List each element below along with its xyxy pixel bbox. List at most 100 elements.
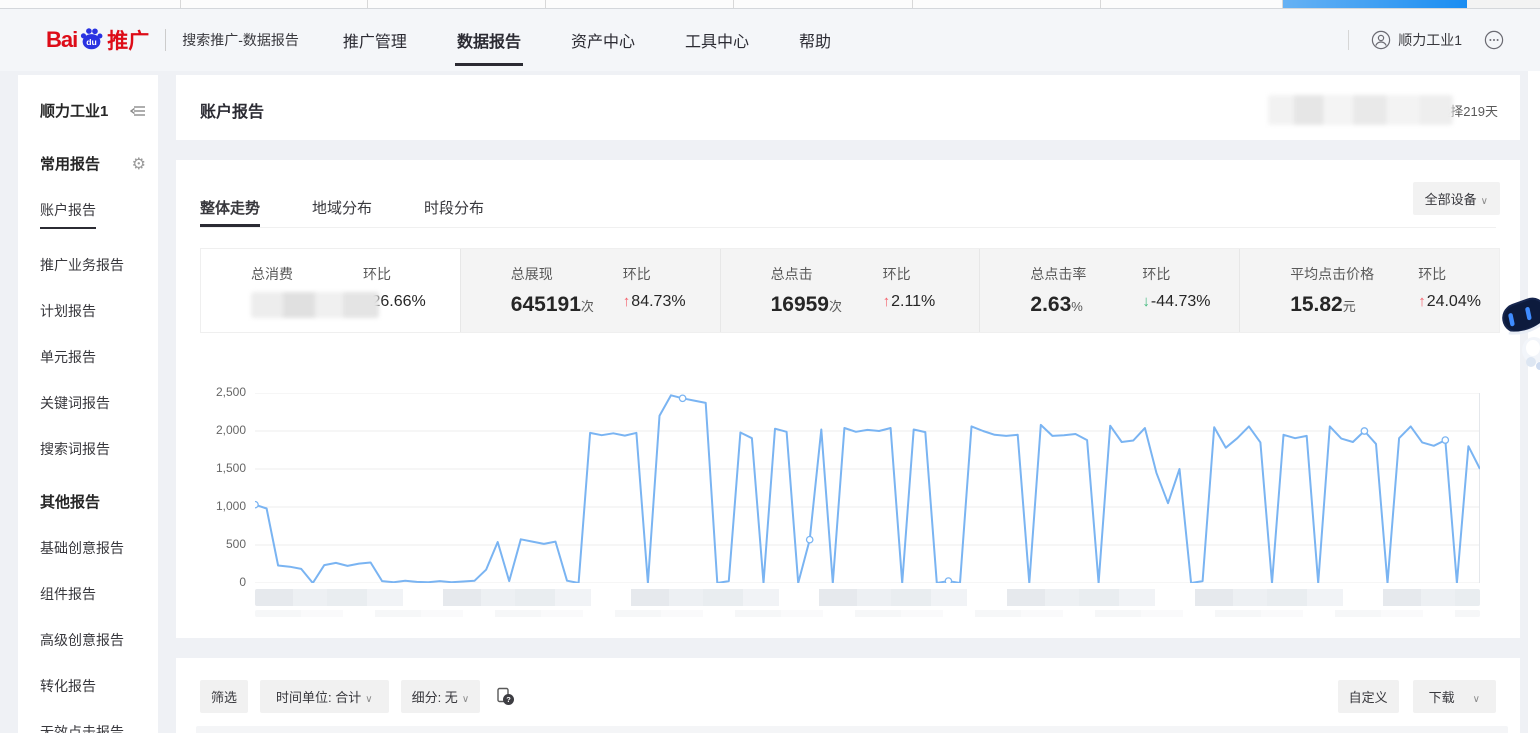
compare-label: 环比 [363,264,426,284]
compare-arrow: ↑ [623,293,631,310]
stats-row: 总消费 环比 ↑26.66% 总展现 645191次 环比 ↑84.73% [200,248,1500,333]
sidebar-section-other-reports: 其他报告 [40,491,146,512]
baidu-paw-icon: du [78,25,105,51]
browser-tab[interactable] [913,0,1101,8]
user-name[interactable]: 顺力工业1 [1398,30,1462,50]
nav-item-tool-center[interactable]: 工具中心 [683,22,751,58]
sidebar-item-plan-report[interactable]: 计划报告 [40,301,146,321]
compare-value: 84.73% [631,293,685,310]
compare-arrow: ↑ [1418,293,1426,310]
page: Bai du 推广 搜索推广-数据报告 推广管理 数据报告 资产中心 工具中心 … [0,0,1540,733]
sidebar-item-advanced-creative-report[interactable]: 高级创意报告 [40,630,146,650]
filter-button[interactable]: 筛选 [200,680,248,713]
stat-value: 2.63 [1030,293,1071,316]
chevron-down-icon: ∨ [1481,196,1488,207]
stat-label: 总点击 [771,264,881,284]
browser-tab-strip [0,0,1540,9]
compare-value: -44.73% [1151,293,1211,310]
nav-subtitle: 搜索推广-数据报告 [182,30,299,50]
stat-value: 16959 [771,293,829,316]
browser-tab[interactable] [734,0,913,8]
stat-card[interactable]: 总点击率 2.63% 环比 ↓-44.73% [979,249,1239,332]
browser-tab[interactable] [0,0,181,8]
trend-line-svg [255,393,1480,583]
sidebar-item-promo-business-report[interactable]: 推广业务报告 [40,255,146,275]
time-unit-dropdown[interactable]: 时间单位: 合计∨ [260,680,389,713]
tab-overall-trend[interactable]: 整体走势 [200,185,260,227]
active-browser-tab-indicator[interactable] [1283,0,1467,8]
compare-label: 环比 [883,264,936,284]
browser-tab[interactable] [368,0,546,8]
tab-time-distribution[interactable]: 时段分布 [424,185,484,227]
tab-region-distribution[interactable]: 地域分布 [312,185,372,227]
more-options-icon[interactable] [1484,30,1504,50]
assistant-robot-mascot[interactable] [1500,292,1540,383]
sidebar-item-component-report[interactable]: 组件报告 [40,584,146,604]
nav-right-divider [1348,30,1349,50]
page-title: 账户报告 [200,98,264,122]
chevron-down-icon: ∨ [462,694,469,705]
nav-item-asset-center[interactable]: 资产中心 [569,22,637,58]
stat-value: 15.82 [1290,293,1343,316]
toolbar-right-group: 自定义 下载∨ [1324,680,1496,713]
x-axis-sublabels-redacted [255,610,1480,617]
segment-dropdown[interactable]: 细分: 无∨ [401,680,481,713]
nav-item-promotion-manage[interactable]: 推广管理 [341,22,409,58]
sidebar-item-search-term-report[interactable]: 搜索词报告 [40,439,146,459]
sidebar-item-conversion-report[interactable]: 转化报告 [40,676,146,696]
logo-text-bai: Bai [46,27,77,53]
table-toolbar-card: 筛选 时间单位: 合计∨ 细分: 无∨ ? 自定义 下载∨ [176,658,1520,733]
stat-card[interactable]: 总展现 645191次 环比 ↑84.73% [460,249,720,332]
sidebar: 顺力工业1 常用报告 ⚙ 账户报告 推广业务报告 计划报告 单元报告 关键词报告… [18,75,158,733]
data-table-header-partial [196,726,1508,733]
report-panel-card: 整体走势 地域分布 时段分布 全部设备∨ 总消费 环比 ↑26.66% 总展现 [176,160,1520,638]
sidebar-item-account-report[interactable]: 账户报告 [40,200,146,229]
sidebar-item-unit-report[interactable]: 单元报告 [40,347,146,367]
stat-label: 总点击率 [1030,264,1140,284]
sidebar-item-keyword-report[interactable]: 关键词报告 [40,393,146,413]
download-dropdown[interactable]: 下载∨ [1413,680,1496,713]
scrollbar-track[interactable] [1528,71,1540,733]
sidebar-item-basic-creative-report[interactable]: 基础创意报告 [40,538,146,558]
stat-card[interactable]: 总点击 16959次 环比 ↑2.11% [720,249,980,332]
sidebar-account-name: 顺力工业1 [40,100,108,121]
collapse-sidebar-icon[interactable] [130,104,146,118]
x-axis-labels-redacted [255,589,1480,606]
customize-columns-button[interactable]: 自定义 [1338,680,1399,713]
device-filter-dropdown[interactable]: 全部设备∨ [1413,182,1500,215]
date-range-redacted-blur [1268,95,1453,125]
compare-value: 2.11% [891,293,935,310]
browser-tab[interactable] [181,0,368,8]
stat-card[interactable]: 总消费 环比 ↑26.66% [201,249,460,332]
svg-text:?: ? [506,695,511,704]
sidebar-section-common-reports: 常用报告 ⚙ [40,153,146,174]
nav-item-help[interactable]: 帮助 [797,22,833,58]
nav-divider [165,29,166,51]
sidebar-item-invalid-click-report[interactable]: 无效点击报告 [40,722,146,733]
report-tabs: 整体走势 地域分布 时段分布 [200,185,1496,228]
trend-chart: 05001,0001,5002,0002,500 [200,382,1496,620]
stat-card[interactable]: 平均点击价格 15.82元 环比 ↑24.04% [1239,249,1499,332]
table-toolbar: 筛选 时间单位: 合计∨ 细分: 无∨ ? 自定义 下载∨ [200,680,1496,713]
report-help-icon[interactable]: ? [496,687,515,706]
compare-label: 环比 [623,264,686,284]
stat-label: 总展现 [511,264,621,284]
stat-label: 总消费 [251,264,361,284]
compare-value: 26.66% [372,293,426,310]
nav-right-group: 顺力工业1 [1348,30,1504,50]
compare-arrow: ↓ [1142,293,1150,310]
compare-label: 环比 [1142,264,1210,284]
sidebar-section-title: 其他报告 [40,491,100,512]
stat-label: 平均点击价格 [1290,264,1416,284]
nav-item-data-report[interactable]: 数据报告 [455,22,523,58]
date-range-picker[interactable]: 选择219天 [1268,95,1498,125]
browser-tab[interactable] [546,0,734,8]
gear-icon[interactable]: ⚙ [132,154,146,174]
stat-value-redacted-blur [251,292,379,318]
sidebar-account-row: 顺力工业1 [40,100,146,121]
chevron-down-icon: ∨ [1473,694,1480,705]
nav-menu: 推广管理 数据报告 资产中心 工具中心 帮助 [341,22,879,58]
user-avatar-icon[interactable] [1371,30,1391,50]
browser-tab[interactable] [1101,0,1283,8]
baidu-logo[interactable]: Bai du 推广 [46,25,149,55]
